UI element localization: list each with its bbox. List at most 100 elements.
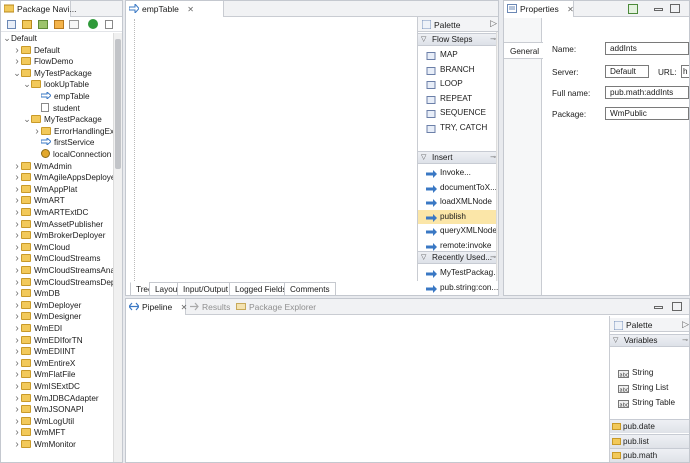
chevron-right-icon[interactable]: › (13, 161, 21, 173)
palette-collapse-icon[interactable]: ▷ (682, 319, 689, 330)
tree-item[interactable]: › WmEDI (1, 323, 62, 335)
palette-item[interactable]: MAP (418, 48, 498, 62)
palette-item[interactable]: TRY, CATCH (418, 121, 498, 135)
tree-item[interactable]: › WmEDIINT (1, 346, 75, 358)
tree-item[interactable]: › WmLogUtil (1, 416, 74, 428)
tree-item[interactable]: › WmAdmin (1, 161, 71, 173)
service-folder-item[interactable]: pub.date (610, 419, 689, 433)
chevron-right-icon[interactable]: › (13, 242, 21, 254)
chevron-down-icon[interactable]: ⌄ (23, 79, 31, 91)
pipeline-canvas[interactable] (126, 316, 608, 462)
chevron-right-icon[interactable]: › (13, 335, 21, 347)
chevron-right-icon[interactable]: › (33, 126, 41, 138)
tree-item[interactable]: › WmAgileAppsDeploye (1, 172, 115, 184)
tree-item[interactable]: › WmARTExtDC (1, 207, 88, 219)
chevron-right-icon[interactable]: › (13, 404, 21, 416)
chevron-right-icon[interactable]: › (13, 277, 21, 289)
tree-item[interactable]: empTable (1, 90, 90, 103)
package-tree-scrollbar[interactable] (113, 33, 122, 462)
chevron-down-icon[interactable]: ⌄ (13, 68, 21, 80)
palette-item[interactable]: queryXMLNode (418, 224, 498, 238)
palette-section-header[interactable]: ▽ Flow Steps ⊸ (418, 33, 498, 46)
link-editor-icon[interactable] (22, 20, 32, 29)
tree-item[interactable]: › WmCloudStreams (1, 253, 100, 265)
tree-item[interactable]: › WmCloudStreamsAna (1, 265, 115, 277)
flow-canvas[interactable] (134, 19, 416, 281)
chevron-down-icon[interactable]: ⌄ (23, 114, 31, 126)
minimize-icon[interactable] (654, 8, 663, 11)
tree-item[interactable]: › WmMFT (1, 427, 65, 439)
palette-item[interactable]: loadXMLNode (418, 195, 498, 209)
package-field[interactable]: WmPublic (605, 107, 689, 120)
variable-item[interactable]: abc String (610, 366, 689, 380)
chevron-right-icon[interactable]: › (13, 45, 21, 57)
palette-item[interactable]: documentToX... (418, 181, 498, 195)
chevron-down-icon[interactable]: ⌄ (3, 33, 11, 45)
chevron-right-icon[interactable]: › (13, 439, 21, 451)
chevron-right-icon[interactable]: › (13, 369, 21, 381)
tree-item[interactable]: localConnection (1, 149, 111, 161)
chevron-right-icon[interactable]: › (13, 172, 21, 184)
tree-item[interactable]: › Default (1, 45, 60, 57)
tree-item[interactable]: ⌄ MyTestPackage (1, 114, 102, 126)
palette-collapse-icon[interactable]: ▷ (490, 18, 497, 29)
url-field[interactable]: h (681, 65, 689, 78)
tree-item[interactable]: › WmDesigner (1, 311, 81, 323)
expand-icon[interactable] (69, 20, 79, 29)
tree-item[interactable]: › FlowDemo (1, 56, 73, 68)
tree-item[interactable]: › WmFlatFile (1, 369, 75, 381)
new-element-icon[interactable] (38, 20, 48, 29)
palette-section-header[interactable]: ▽ Insert ⊸ (418, 151, 498, 164)
variable-item[interactable]: abc String List (610, 381, 689, 395)
chevron-right-icon[interactable]: › (13, 184, 21, 196)
palette-item[interactable]: Invoke... (418, 166, 498, 180)
tree-item[interactable]: firstService (1, 137, 95, 149)
tree-item[interactable]: ⌄ lookUpTable (1, 79, 89, 91)
tab-package-navigator[interactable]: Package Navi... (1, 1, 77, 17)
chevron-right-icon[interactable]: › (13, 416, 21, 428)
tree-item[interactable]: › WmART (1, 195, 64, 207)
tab-package-explorer[interactable]: Package Explorer (233, 299, 323, 315)
tab-input-output[interactable]: Input/Output (177, 282, 235, 295)
filter-icon[interactable] (54, 20, 64, 29)
tab-pipeline[interactable]: Pipeline ✕ (126, 299, 187, 315)
tree-item[interactable]: › WmEDIforTN (1, 335, 82, 347)
tree-item[interactable]: › WmBrokerDeployer (1, 230, 105, 242)
chevron-right-icon[interactable]: › (13, 219, 21, 231)
palette-item[interactable]: MyTestPackag... (418, 266, 498, 280)
variable-item[interactable]: abc String Table (610, 396, 689, 410)
chevron-right-icon[interactable]: › (13, 323, 21, 335)
palette-item[interactable]: SEQUENCE (418, 106, 498, 120)
chevron-right-icon[interactable]: › (13, 253, 21, 265)
chevron-right-icon[interactable]: › (13, 346, 21, 358)
server-field[interactable]: Default (605, 65, 649, 78)
tree-item[interactable]: › ErrorHandlingEx (1, 126, 114, 138)
chevron-right-icon[interactable]: › (13, 393, 21, 405)
palette-section-header[interactable]: ▽ Recently Used... ⊸ (418, 251, 498, 264)
tree-item[interactable]: › WmJSONAPI (1, 404, 83, 416)
close-icon[interactable]: ✕ (567, 5, 574, 14)
chevron-right-icon[interactable]: › (13, 195, 21, 207)
minimize-icon[interactable] (654, 306, 663, 309)
tree-item[interactable]: › WmISExtDC (1, 381, 80, 393)
tab-properties[interactable]: Properties ✕ (504, 1, 574, 17)
chevron-right-icon[interactable]: › (13, 381, 21, 393)
palette-item[interactable]: REPEAT (418, 92, 498, 106)
collapse-all-icon[interactable] (7, 20, 16, 29)
run-icon[interactable] (88, 19, 98, 29)
tree-item[interactable]: › WmDeployer (1, 300, 81, 312)
chevron-right-icon[interactable]: › (13, 230, 21, 242)
chevron-right-icon[interactable]: › (13, 300, 21, 312)
chevron-right-icon[interactable]: › (13, 288, 21, 300)
tab-logged-fields[interactable]: Logged Fields (229, 282, 293, 295)
tree-item[interactable]: › WmEntireX (1, 358, 75, 370)
tree-item[interactable]: › WmJDBCAdapter (1, 393, 98, 405)
tree-item[interactable]: › WmAppPlat (1, 184, 77, 196)
chevron-right-icon[interactable]: › (13, 311, 21, 323)
tab-emptable[interactable]: empTable ✕ (126, 1, 224, 17)
maximize-icon[interactable] (670, 4, 680, 13)
tree-item[interactable]: › WmDB (1, 288, 60, 300)
chevron-right-icon[interactable]: › (13, 56, 21, 68)
service-folder-item[interactable]: pub.math (610, 448, 689, 462)
pin-icon[interactable]: ⊸ (682, 335, 688, 347)
